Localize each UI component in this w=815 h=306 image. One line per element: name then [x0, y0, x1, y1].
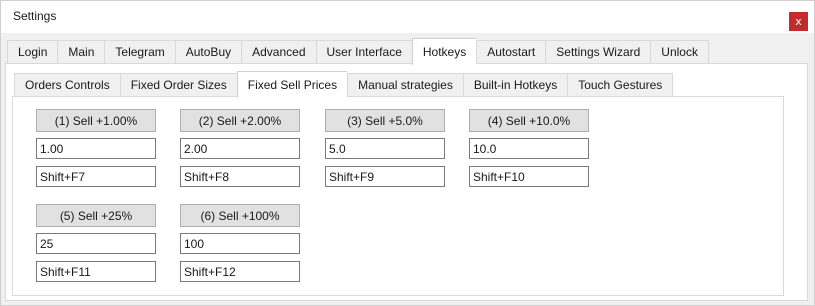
fixed-sell-prices-panel: (1) Sell +1.00% (2) Sell +2.00% (3) Sell…	[12, 96, 784, 296]
sell-2-hotkey-input[interactable]	[180, 166, 300, 187]
sell-6-percent-input[interactable]	[180, 233, 300, 254]
sell-5-hotkey-input[interactable]	[36, 261, 156, 282]
subtab-manual-strategies[interactable]: Manual strategies	[347, 73, 463, 97]
tab-telegram[interactable]: Telegram	[104, 40, 175, 64]
sell-5-button[interactable]: (5) Sell +25%	[36, 204, 156, 227]
tab-advanced[interactable]: Advanced	[241, 40, 316, 64]
subtab-touch-gestures[interactable]: Touch Gestures	[567, 73, 674, 97]
sell-2-button[interactable]: (2) Sell +2.00%	[180, 109, 300, 132]
sell-1-hotkey-input[interactable]	[36, 166, 156, 187]
tab-settings-wizard[interactable]: Settings Wizard	[545, 40, 651, 64]
tab-autostart[interactable]: Autostart	[476, 40, 546, 64]
sell-5-percent-input[interactable]	[36, 233, 156, 254]
sell-2-percent-input[interactable]	[180, 138, 300, 159]
title-bar: Settings x	[1, 1, 814, 33]
tab-autobuy[interactable]: AutoBuy	[174, 40, 242, 64]
close-button[interactable]: x	[789, 12, 808, 31]
sell-3-button[interactable]: (3) Sell +5.0%	[325, 109, 445, 132]
sub-tab-strip: Orders Controls Fixed Order Sizes Fixed …	[14, 71, 674, 98]
subtab-fixed-sell-prices[interactable]: Fixed Sell Prices	[236, 71, 348, 98]
main-tab-strip: Login Main Telegram AutoBuy Advanced Use…	[7, 38, 709, 65]
sell-4-hotkey-input[interactable]	[469, 166, 589, 187]
sell-3-hotkey-input[interactable]	[325, 166, 445, 187]
tab-main[interactable]: Main	[57, 40, 105, 64]
tab-login[interactable]: Login	[7, 40, 58, 64]
sell-6-hotkey-input[interactable]	[180, 261, 300, 282]
settings-window: Settings x Login Main Telegram AutoBuy A…	[0, 0, 815, 306]
subtab-built-in-hotkeys[interactable]: Built-in Hotkeys	[462, 73, 568, 97]
sell-6-button[interactable]: (6) Sell +100%	[180, 204, 300, 227]
sell-3-percent-input[interactable]	[325, 138, 445, 159]
sell-1-percent-input[interactable]	[36, 138, 156, 159]
sell-4-percent-input[interactable]	[469, 138, 589, 159]
subtab-fixed-order-sizes[interactable]: Fixed Order Sizes	[119, 73, 237, 97]
settings-client-area: Login Main Telegram AutoBuy Advanced Use…	[1, 33, 814, 305]
tab-user-interface[interactable]: User Interface	[315, 40, 412, 64]
hotkeys-panel: Orders Controls Fixed Order Sizes Fixed …	[5, 63, 808, 301]
sell-4-button[interactable]: (4) Sell +10.0%	[469, 109, 589, 132]
window-title: Settings	[13, 9, 57, 23]
subtab-orders-controls[interactable]: Orders Controls	[14, 73, 120, 97]
tab-hotkeys[interactable]: Hotkeys	[411, 38, 477, 65]
sell-1-button[interactable]: (1) Sell +1.00%	[36, 109, 156, 132]
tab-unlock[interactable]: Unlock	[650, 40, 709, 64]
